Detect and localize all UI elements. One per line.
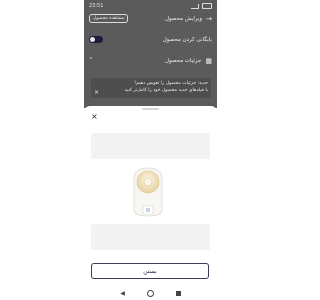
new-feature-notice: جدید: جزئیات محصول را تعویض دهیم! با فیل… bbox=[91, 78, 211, 98]
notice-title: جدید: جزئیات محصول را تعویض دهیم! bbox=[134, 81, 208, 86]
grid-icon: ▦ bbox=[205, 57, 212, 65]
system-navigation-bar: ◀ bbox=[84, 286, 217, 300]
sheet-drag-handle[interactable] bbox=[142, 108, 159, 110]
details-label: جزئیات محصول bbox=[165, 58, 202, 64]
archive-toggle[interactable] bbox=[89, 36, 103, 43]
archive-row: بایگانی کردن محصول bbox=[89, 36, 212, 43]
status-time: 23:51 bbox=[89, 3, 104, 9]
placeholder-bottom bbox=[91, 224, 210, 250]
bottom-sheet: × بستن bbox=[84, 106, 217, 286]
product-image bbox=[128, 164, 168, 218]
archive-label: بایگانی کردن محصول bbox=[162, 36, 212, 43]
sheet-close-icon[interactable]: × bbox=[91, 112, 98, 121]
nav-back-icon[interactable]: ◀ bbox=[120, 290, 125, 297]
preview-product-button[interactable]: مشاهده محصول bbox=[89, 14, 129, 23]
chevron-up-icon: ˄ bbox=[89, 57, 93, 65]
page-title: ویرایش محصول bbox=[164, 15, 203, 22]
close-sheet-button[interactable]: بستن bbox=[91, 263, 209, 279]
battery-icon bbox=[202, 3, 212, 9]
status-icons bbox=[191, 3, 212, 9]
placeholder-top bbox=[91, 133, 210, 159]
signal-icon bbox=[191, 3, 199, 9]
nav-recents-icon[interactable] bbox=[175, 290, 181, 296]
details-row[interactable]: ▦ جزئیات محصول ˄ bbox=[89, 57, 212, 65]
header-row: → ویرایش محصول مشاهده محصول bbox=[89, 14, 212, 23]
ostomy-bag-image bbox=[133, 167, 163, 217]
nav-home-icon[interactable] bbox=[146, 289, 154, 297]
notice-body: با فیلدهای جدید محصول خود را کامل‌تر کنی… bbox=[124, 88, 208, 93]
status-bar: 23:51 bbox=[84, 0, 217, 12]
phone-screen: 23:51 → ویرایش محصول مشاهده محصول بایگان… bbox=[84, 0, 217, 300]
close-icon[interactable]: × bbox=[94, 89, 99, 96]
back-arrow-icon[interactable]: → bbox=[206, 15, 212, 23]
dimmed-background[interactable]: 23:51 → ویرایش محصول مشاهده محصول بایگان… bbox=[84, 0, 217, 108]
